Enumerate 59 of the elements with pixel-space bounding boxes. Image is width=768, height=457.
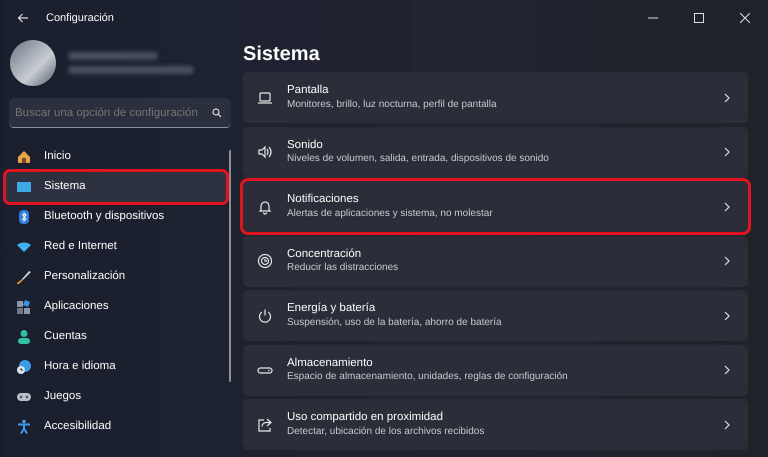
sidebar-item[interactable]: Accesibilidad bbox=[6, 412, 226, 442]
chevron-right-icon bbox=[724, 147, 730, 157]
sidebar-item[interactable]: Aplicaciones bbox=[6, 292, 226, 322]
search-icon bbox=[212, 108, 222, 118]
back-arrow-icon bbox=[17, 12, 29, 24]
maximize-icon bbox=[694, 13, 704, 23]
sidebar-item[interactable]: Cuentas bbox=[6, 322, 226, 352]
brush-icon bbox=[16, 269, 32, 285]
chevron-right-icon bbox=[724, 310, 730, 320]
home-icon bbox=[16, 149, 32, 165]
card-description: Detectar, ubicación de los archivos recibidos bbox=[287, 424, 486, 438]
avatar-placeholder bbox=[10, 40, 56, 86]
card-description: Reducir las distracciones bbox=[287, 261, 400, 274]
close-icon bbox=[740, 13, 750, 23]
settings-card[interactable]: Uso compartido en proximidad Detectar, ubicación de los archivos recibidos bbox=[243, 399, 748, 450]
sidebar-item[interactable]: Sistema bbox=[6, 172, 226, 202]
card-description: Alertas de aplicaciones y sistema, no molestar bbox=[287, 206, 494, 220]
accessibility-icon bbox=[16, 419, 32, 435]
chevron-right-icon bbox=[724, 420, 730, 430]
chevron-right-icon bbox=[724, 365, 730, 375]
settings-card[interactable]: Notificaciones Alertas de aplicaciones y sistema, no molestar bbox=[243, 181, 748, 232]
card-title: Almacenamiento bbox=[287, 356, 374, 370]
power-icon bbox=[257, 308, 273, 324]
card-title: Sonido bbox=[287, 138, 324, 152]
card-description: Suspensión, uso de la batería, ahorro de batería bbox=[287, 316, 503, 329]
monitor-icon bbox=[16, 179, 32, 195]
card-description: Monitores, brillo, luz nocturna, perfil de pantalla bbox=[287, 98, 498, 111]
card-title: Energía y batería bbox=[287, 302, 376, 316]
window-title: Configuración bbox=[46, 10, 114, 26]
card-title: Pantalla bbox=[287, 84, 330, 98]
sidebar-item[interactable]: Hora e idioma bbox=[6, 352, 226, 382]
apps-icon bbox=[16, 299, 32, 315]
settings-card[interactable]: Pantalla Monitores, brillo, luz nocturna, perfil de pantalla bbox=[243, 72, 748, 123]
card-title: Concentración bbox=[287, 248, 362, 262]
sidebar-item[interactable]: Personalización bbox=[6, 262, 226, 292]
share-icon bbox=[257, 416, 273, 432]
bell-icon bbox=[257, 198, 273, 214]
focus-clock-icon bbox=[257, 253, 273, 269]
speaker-icon bbox=[257, 144, 273, 160]
laptop-icon bbox=[257, 90, 273, 106]
card-title: Notificaciones bbox=[287, 193, 360, 207]
settings-card[interactable]: Concentración Reducir las distracciones bbox=[243, 236, 748, 286]
search-field[interactable]: Buscar una opción de configuración bbox=[9, 98, 231, 128]
settings-card[interactable]: Almacenamiento Espacio de almacenamiento, unidades, reglas de configuración bbox=[243, 344, 748, 396]
chevron-right-icon bbox=[724, 256, 730, 266]
page-title: Sistema bbox=[243, 42, 321, 66]
chevron-right-icon bbox=[724, 202, 730, 212]
card-description: Espacio de almacenamiento, unidades, reglas de configuración bbox=[287, 370, 569, 384]
person-icon bbox=[16, 329, 32, 345]
bluetooth-icon bbox=[16, 209, 32, 225]
settings-card[interactable]: Energía y batería Suspensión, uso de la batería, ahorro de batería bbox=[243, 290, 748, 341]
globe-clock-icon bbox=[16, 359, 32, 375]
card-title: Uso compartido en proximidad bbox=[287, 411, 444, 425]
card-description: Niveles de volumen, salida, entrada, dispositivos de sonido bbox=[287, 152, 550, 166]
settings-card[interactable]: Sonido Niveles de volumen, salida, entrada, dispositivos de sonido bbox=[243, 126, 748, 178]
sidebar-item[interactable]: Juegos bbox=[6, 382, 226, 412]
sidebar-item[interactable]: Red e Internet bbox=[6, 232, 226, 262]
sidebar-item[interactable]: Bluetooth y dispositivos bbox=[6, 202, 226, 232]
chevron-right-icon bbox=[724, 92, 730, 102]
